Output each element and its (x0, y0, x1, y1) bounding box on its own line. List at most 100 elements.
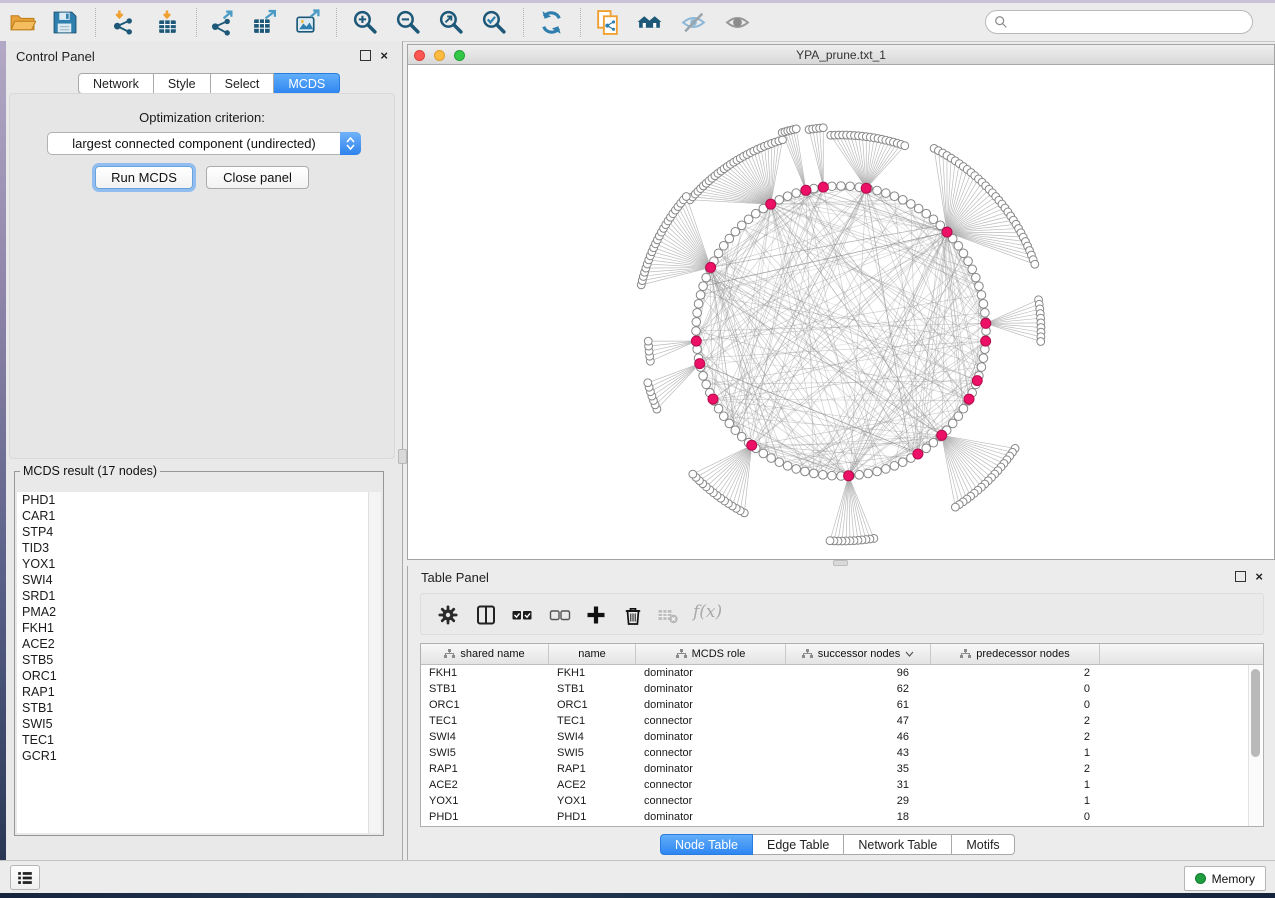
network-node[interactable] (696, 291, 705, 300)
mcds-result-item[interactable]: RAP1 (17, 684, 369, 700)
mcds-result-item[interactable]: FKH1 (17, 620, 369, 636)
open-file-icon[interactable] (9, 9, 36, 36)
network-node[interactable] (1031, 260, 1039, 268)
network-node[interactable] (929, 438, 938, 447)
network-node[interactable] (922, 444, 931, 453)
mcds-result-item[interactable]: YOX1 (17, 556, 369, 572)
tab-mcds[interactable]: MCDS (274, 73, 340, 94)
network-node[interactable] (975, 282, 984, 291)
network-node[interactable] (890, 192, 899, 201)
close-panel-icon[interactable]: × (380, 51, 388, 60)
network-node[interactable] (901, 142, 909, 150)
vertical-splitter-grip[interactable] (398, 449, 407, 464)
network-node[interactable] (737, 221, 746, 230)
network-node[interactable] (873, 467, 882, 476)
network-node[interactable] (751, 209, 760, 218)
network-node[interactable] (979, 300, 988, 309)
deselect-all-icon[interactable] (549, 604, 571, 626)
float-panel-icon[interactable] (360, 50, 371, 61)
show-all-eye-icon[interactable] (724, 9, 751, 36)
network-node[interactable] (702, 273, 711, 282)
network-node[interactable] (922, 209, 931, 218)
tab-network[interactable]: Network (78, 73, 154, 94)
network-node[interactable] (725, 419, 734, 428)
table-row[interactable]: STB1STB1dominator620 (421, 681, 1263, 697)
network-node[interactable] (644, 337, 652, 345)
network-node[interactable] (873, 186, 882, 195)
mcds-hub-node[interactable] (695, 359, 705, 369)
mcds-hub-node[interactable] (801, 185, 811, 195)
network-node[interactable] (846, 182, 855, 191)
optimization-criterion-select[interactable]: largest connected component (undirected) (47, 132, 361, 155)
network-node[interactable] (837, 182, 846, 191)
network-node[interactable] (882, 189, 891, 198)
memory-button[interactable]: Memory (1184, 866, 1266, 891)
zoom-fit-icon[interactable] (437, 9, 464, 36)
close-panel-icon[interactable]: × (1255, 572, 1263, 581)
export-image-icon[interactable] (294, 9, 321, 36)
network-node[interactable] (954, 412, 963, 421)
mcds-result-item[interactable]: SRD1 (17, 588, 369, 604)
task-history-button[interactable] (10, 865, 40, 890)
network-node[interactable] (693, 309, 702, 318)
tab-select[interactable]: Select (211, 73, 275, 94)
table-row[interactable]: ORC1ORC1dominator610 (421, 697, 1263, 713)
mcds-result-item[interactable]: ORC1 (17, 668, 369, 684)
refresh-layout-icon[interactable] (538, 9, 565, 36)
network-node[interactable] (699, 372, 708, 381)
network-node[interactable] (775, 458, 784, 467)
mcds-hub-node[interactable] (913, 449, 923, 459)
network-node[interactable] (828, 471, 837, 480)
network-node[interactable] (692, 318, 701, 327)
network-node[interactable] (719, 412, 728, 421)
tab-style[interactable]: Style (154, 73, 211, 94)
network-node[interactable] (702, 380, 711, 389)
mcds-hub-node[interactable] (981, 318, 991, 328)
table-row[interactable]: SWI4SWI4dominator462 (421, 729, 1263, 745)
network-node[interactable] (792, 189, 801, 198)
network-node[interactable] (714, 249, 723, 258)
network-node[interactable] (731, 426, 740, 435)
mcds-result-item[interactable]: PHD1 (17, 492, 369, 508)
network-node[interactable] (882, 465, 891, 474)
save-session-icon[interactable] (51, 9, 78, 36)
export-network-icon[interactable] (208, 9, 235, 36)
network-node[interactable] (907, 200, 916, 209)
table-row[interactable]: PHD1PHD1dominator180 (421, 809, 1263, 825)
network-window-titlebar[interactable]: YPA_prune.txt_1 (408, 45, 1274, 65)
mcds-hub-node[interactable] (844, 471, 854, 481)
network-node[interactable] (828, 182, 837, 191)
network-node[interactable] (767, 454, 776, 463)
column-header-successor-nodes[interactable]: successor nodes (786, 644, 931, 664)
network-node[interactable] (682, 193, 690, 201)
new-network-from-selection-icon[interactable] (594, 9, 621, 36)
mcds-result-item[interactable]: SWI4 (17, 572, 369, 588)
network-node[interactable] (968, 265, 977, 274)
column-header-predecessor-nodes[interactable]: predecessor nodes (931, 644, 1100, 664)
mcds-result-item[interactable]: STB1 (17, 700, 369, 716)
mcds-result-item[interactable]: CAR1 (17, 508, 369, 524)
network-node[interactable] (855, 471, 864, 480)
network-node[interactable] (977, 363, 986, 372)
table-row[interactable]: ACE2ACE2connector311 (421, 777, 1263, 793)
mcds-hub-node[interactable] (706, 262, 716, 272)
network-node[interactable] (819, 471, 828, 480)
network-node[interactable] (737, 432, 746, 441)
mcds-hub-node[interactable] (861, 183, 871, 193)
mcds-hub-node[interactable] (691, 336, 701, 346)
network-node[interactable] (972, 273, 981, 282)
network-node[interactable] (948, 419, 957, 428)
hide-selected-eye-slash-icon[interactable] (680, 9, 707, 36)
table-row[interactable]: YOX1YOX1connector291 (421, 793, 1263, 809)
column-header-MCDS-role[interactable]: MCDS role (636, 644, 786, 664)
tab-motifs[interactable]: Motifs (952, 834, 1014, 855)
network-node[interactable] (775, 196, 784, 205)
table-row[interactable]: SWI5SWI5connector431 (421, 745, 1263, 761)
delete-column-trash-icon[interactable] (622, 604, 644, 626)
mcds-hub-node[interactable] (766, 199, 776, 209)
network-node[interactable] (959, 404, 968, 413)
network-node[interactable] (890, 462, 899, 471)
mcds-result-item[interactable]: SWI5 (17, 716, 369, 732)
network-node[interactable] (699, 282, 708, 291)
mcds-hub-node[interactable] (981, 336, 991, 346)
